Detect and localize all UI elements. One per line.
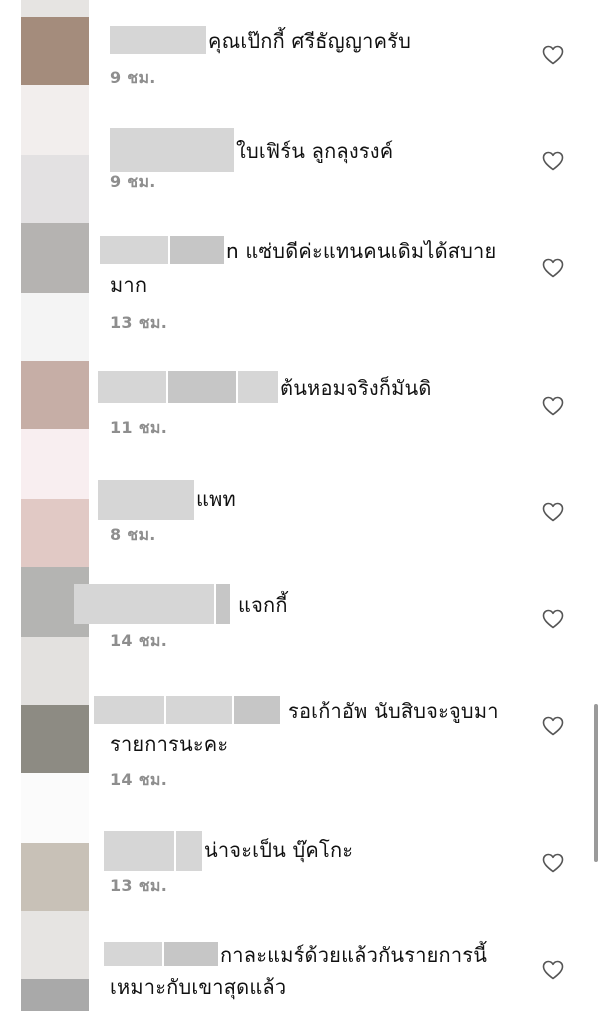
- like-button[interactable]: [541, 43, 565, 67]
- comment-body: n แซ่บดีค่ะแทนคนเดิมได้สบาย: [226, 239, 497, 263]
- comment-time: 13 ชม.: [110, 876, 168, 895]
- avatar[interactable]: [21, 705, 89, 773]
- comment-time: 14 ชม.: [110, 770, 168, 789]
- redacted-username[interactable]: [104, 942, 162, 966]
- redacted-username: [164, 942, 218, 966]
- comment-text-line-2: เหมาะกับเขาสุดแล้ว: [110, 975, 287, 999]
- comment-time: 9 ชม.: [110, 68, 156, 87]
- avatar[interactable]: [21, 361, 89, 429]
- comment-body: แพท: [196, 487, 236, 511]
- like-button[interactable]: [541, 149, 565, 173]
- avatar[interactable]: [21, 979, 89, 1011]
- redacted-username[interactable]: [94, 696, 164, 724]
- comment-time: 14 ชม.: [110, 631, 168, 650]
- comment-body: รอเก้าอัพ นับสิบจะจูบมา: [288, 699, 499, 723]
- like-button[interactable]: [541, 607, 565, 631]
- comment-body: กาละแมร์ด้วยแล้วกันรายการนี้: [220, 943, 488, 967]
- avatar: [21, 911, 89, 979]
- comment-time: 9 ชม.: [110, 172, 156, 191]
- comment-text: n แซ่บดีค่ะแทนคนเดิมได้สบาย: [100, 234, 520, 268]
- avatar[interactable]: [21, 155, 89, 223]
- heart-outline-icon: [542, 258, 564, 278]
- comment-text: ใบเฟิร์น ลูกลุงรงค์: [110, 128, 530, 172]
- avatar: [21, 85, 89, 155]
- like-button[interactable]: [541, 394, 565, 418]
- comment-text: แพท: [98, 480, 518, 520]
- redacted-username: [168, 371, 236, 403]
- comment-time: 13 ชม.: [110, 313, 168, 332]
- avatar-column: [21, 0, 89, 1011]
- comment-body: น่าจะเป็น บุ๊คโกะ: [204, 838, 354, 862]
- comment-text: น่าจะเป็น บุ๊คโกะ: [104, 831, 524, 871]
- comment-text-line-2: มาก: [110, 273, 148, 297]
- avatar[interactable]: [21, 843, 89, 911]
- heart-outline-icon: [542, 502, 564, 522]
- comment-time: 11 ชม.: [110, 418, 168, 437]
- comment-body: ต้นหอมจริงก็มันดิ: [280, 376, 432, 400]
- avatar[interactable]: [21, 17, 89, 85]
- redacted-username[interactable]: [74, 584, 214, 624]
- comment-body: แจกกี้: [238, 593, 288, 617]
- comment-text: รอเก้าอัพ นับสิบจะจูบมา: [94, 694, 514, 728]
- like-button[interactable]: [541, 500, 565, 524]
- comment-text-line-2: รายการนะคะ: [110, 732, 229, 756]
- comment-text: แจกกี้: [74, 584, 494, 624]
- comment-body: ใบเฟิร์น ลูกลุงรงค์: [236, 139, 394, 163]
- comment-time: 8 ชม.: [110, 525, 156, 544]
- like-button[interactable]: [541, 714, 565, 738]
- redacted-username[interactable]: [110, 128, 234, 172]
- redacted-username[interactable]: [104, 831, 174, 871]
- redacted-username: [170, 236, 224, 264]
- avatar[interactable]: [21, 499, 89, 567]
- heart-outline-icon: [542, 853, 564, 873]
- avatar: [21, 429, 89, 499]
- comment-text: คุณเป๊กกี้ ศรีธัญญาครับ: [110, 24, 530, 58]
- redacted-username: [166, 696, 232, 724]
- comment-text: ต้นหอมจริงก็มันดิ: [98, 371, 518, 405]
- heart-outline-icon: [542, 45, 564, 65]
- comment-text: กาละแมร์ด้วยแล้วกันรายการนี้: [104, 938, 524, 972]
- heart-outline-icon: [542, 960, 564, 980]
- redacted-username[interactable]: [98, 480, 194, 520]
- redacted-username[interactable]: [98, 371, 166, 403]
- heart-outline-icon: [542, 151, 564, 171]
- redacted-username: [176, 831, 202, 871]
- heart-outline-icon: [542, 609, 564, 629]
- avatar: [21, 637, 89, 705]
- redacted-username: [216, 584, 230, 624]
- comment-body: คุณเป๊กกี้ ศรีธัญญาครับ: [208, 29, 412, 53]
- like-button[interactable]: [541, 958, 565, 982]
- redacted-username[interactable]: [100, 236, 168, 264]
- avatar: [21, 293, 89, 361]
- redacted-username: [238, 371, 278, 403]
- heart-outline-icon: [542, 396, 564, 416]
- avatar[interactable]: [21, 223, 89, 293]
- avatar: [21, 773, 89, 843]
- scrollbar[interactable]: [594, 704, 598, 862]
- like-button[interactable]: [541, 851, 565, 875]
- heart-outline-icon: [542, 716, 564, 736]
- redacted-username: [234, 696, 280, 724]
- redacted-username[interactable]: [110, 26, 206, 54]
- like-button[interactable]: [541, 256, 565, 280]
